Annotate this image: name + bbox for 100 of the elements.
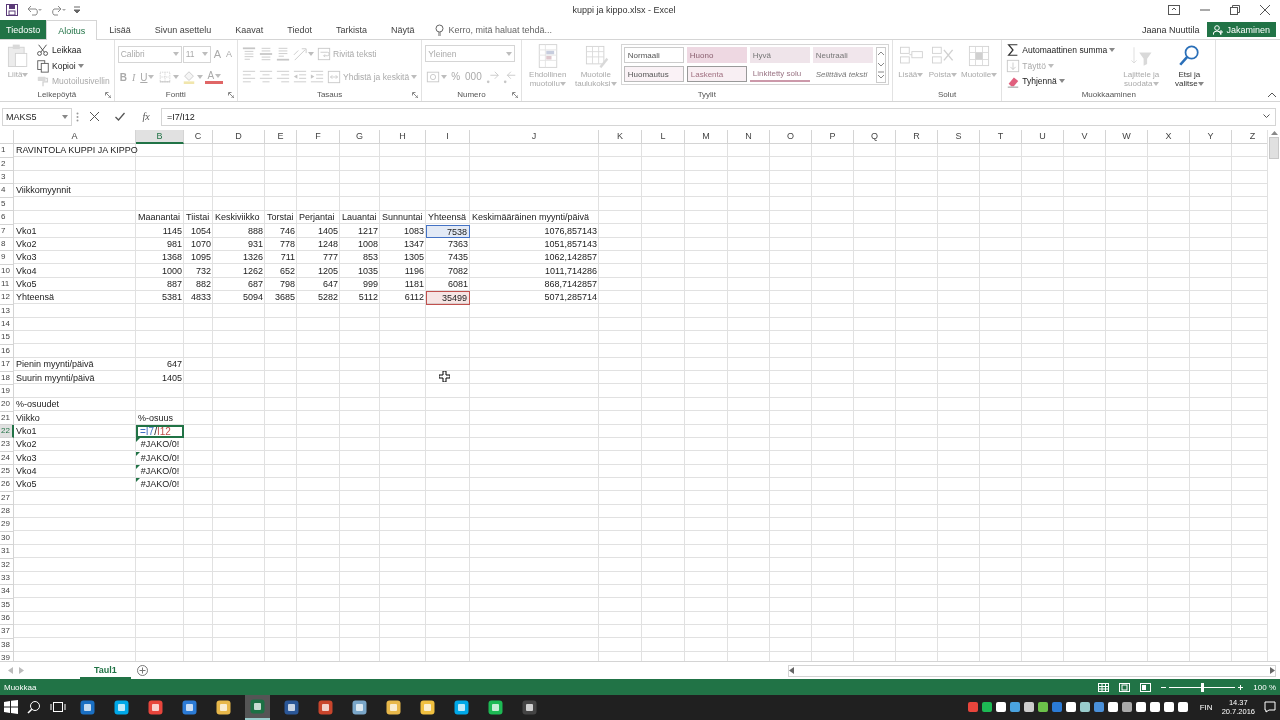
column-header[interactable]: B — [136, 130, 184, 145]
row-header[interactable]: 3 — [0, 171, 14, 185]
row-header[interactable]: 17 — [0, 358, 14, 372]
dialog-launcher-icon[interactable] — [228, 91, 234, 98]
lightbulb-icon — [434, 23, 444, 36]
formula-field[interactable]: =I7/I12 — [161, 107, 1276, 126]
app-icon — [352, 700, 367, 715]
table-cell-text: 999 — [361, 278, 379, 291]
align-center-icon — [259, 70, 273, 85]
row-header[interactable]: 23 — [0, 438, 14, 452]
windows-logo-icon[interactable] — [4, 700, 18, 715]
ribbon-button[interactable]: Leikkaa — [35, 42, 111, 58]
ribbon-tab[interactable]: Tarkista — [324, 19, 379, 40]
row-header[interactable]: 34 — [0, 585, 14, 599]
file-tab[interactable]: Tiedosto — [0, 19, 47, 40]
row-header[interactable]: 29 — [0, 518, 14, 532]
ribbon-tab[interactable]: Sivun asettelu — [142, 19, 224, 40]
table-cell-text: 1262 — [241, 264, 264, 278]
cell-style[interactable]: Huono — [686, 47, 747, 64]
ribbon-tab[interactable]: Lisää — [97, 19, 143, 40]
row-header[interactable]: 11 — [0, 278, 14, 292]
collapse-ribbon-icon[interactable] — [1268, 91, 1276, 97]
currency-icon — [426, 69, 441, 84]
table-cell-text: %-osuudet — [15, 398, 61, 412]
undo-icon[interactable] — [26, 3, 42, 16]
insert-function-button[interactable]: fx — [135, 108, 157, 125]
table-cell[interactable]: =I7/I12 — [136, 424, 184, 439]
table-cell-text: 1405 — [316, 224, 339, 238]
row-header[interactable]: 37 — [0, 625, 14, 639]
add-sheet-icon[interactable] — [136, 665, 148, 677]
ribbon-tab[interactable]: Näytä — [379, 19, 427, 40]
group-label: Tasaus — [316, 90, 343, 100]
zoom-in-icon[interactable] — [1238, 684, 1244, 690]
cell-style[interactable]: Huomautus — [623, 66, 684, 83]
customize-icon[interactable] — [74, 5, 80, 14]
ribbon-button[interactable]: Etsi ja valitse — [1166, 42, 1213, 89]
table-cell-text: 1011,714286 — [544, 264, 598, 278]
table-cell-text: Torstai — [266, 211, 295, 225]
slider-thumb[interactable] — [1201, 682, 1205, 692]
table-cell-text: Maanantai — [137, 211, 182, 225]
ribbon-button[interactable]: Automaattinen summa — [1005, 42, 1117, 58]
ribbon-tab[interactable]: Kaavat — [223, 19, 276, 40]
row-header[interactable]: 20 — [0, 398, 14, 412]
dialog-launcher-icon[interactable] — [104, 91, 111, 98]
cell-style[interactable]: Hyvä — [749, 47, 810, 64]
redo-icon[interactable] — [50, 3, 66, 16]
row-header[interactable]: 12 — [0, 291, 14, 305]
row-header[interactable]: 15 — [0, 331, 14, 345]
row-header[interactable]: 4 — [0, 184, 14, 198]
save-icon[interactable] — [6, 3, 18, 16]
ribbon-button[interactable]: Kopioi — [35, 58, 111, 74]
name-box[interactable]: MAKS5 — [2, 107, 72, 126]
align-top-icon — [242, 47, 256, 61]
row-header[interactable]: 26 — [0, 478, 14, 492]
cell-style[interactable]: Laskenta — [686, 66, 747, 83]
table-cell-text: 778 — [278, 237, 296, 251]
cell-style[interactable]: Normaali — [623, 47, 684, 64]
row-header[interactable]: 6 — [0, 211, 14, 225]
vertical-scrollbar[interactable] — [1267, 130, 1280, 662]
row-header[interactable]: 39 — [0, 652, 14, 662]
row-header[interactable]: 9 — [0, 251, 14, 265]
dialog-launcher-icon[interactable] — [511, 91, 518, 98]
table-cell-text: 7082 — [446, 264, 469, 278]
close-icon[interactable] — [1260, 4, 1270, 15]
table-cell-text: 5094 — [241, 291, 264, 305]
share-button[interactable]: Jakaminen — [1207, 21, 1276, 38]
restore-icon[interactable] — [1230, 4, 1240, 15]
task-view-icon[interactable] — [50, 701, 66, 714]
row-header[interactable]: 31 — [0, 545, 14, 559]
scroll-thumb[interactable] — [1269, 137, 1279, 160]
dialog-launcher-icon[interactable] — [412, 91, 419, 98]
row-header[interactable]: 14 — [0, 318, 14, 332]
search-icon[interactable] — [27, 700, 41, 715]
app-icon — [284, 700, 299, 715]
table-cell-text: 732 — [194, 264, 212, 278]
cell-style[interactable]: Neutraali — [812, 47, 873, 64]
page-break-icon[interactable] — [1140, 682, 1152, 692]
notification-icon[interactable] — [1264, 701, 1276, 714]
ribbon-display-icon[interactable] — [1168, 4, 1180, 15]
table-cell-text: Suurin myynti/päivä — [15, 371, 96, 385]
table-cell-text: 1405 — [160, 371, 183, 385]
row-header[interactable]: 25 — [0, 465, 14, 479]
row-header[interactable]: 28 — [0, 505, 14, 519]
increase-decimal-icon — [485, 69, 500, 84]
expand-icon[interactable] — [1263, 114, 1270, 120]
ribbon-tab[interactable]: Aloitus — [46, 19, 98, 41]
table-cell-text: 887 — [165, 278, 183, 291]
normal-view-icon[interactable] — [1098, 682, 1110, 692]
table-cell-text: %-osuus — [137, 411, 174, 425]
language-indicator[interactable]: FIN — [1199, 703, 1213, 712]
app-icon — [420, 700, 435, 715]
ribbon-button[interactable]: Tyhjennä — [1005, 73, 1117, 89]
table-cell-text: 798 — [278, 278, 296, 291]
table-cell-text: 4833 — [189, 291, 212, 305]
ribbon-tab[interactable]: Tiedot — [275, 19, 324, 40]
horizontal-scrollbar[interactable] — [788, 664, 1276, 677]
tell-me-field[interactable]: Kerro, mitä haluat tehdä... — [446, 23, 581, 36]
page-layout-icon[interactable] — [1119, 682, 1131, 692]
person-add-icon — [1213, 24, 1224, 35]
row-header[interactable]: 1 — [0, 144, 14, 158]
